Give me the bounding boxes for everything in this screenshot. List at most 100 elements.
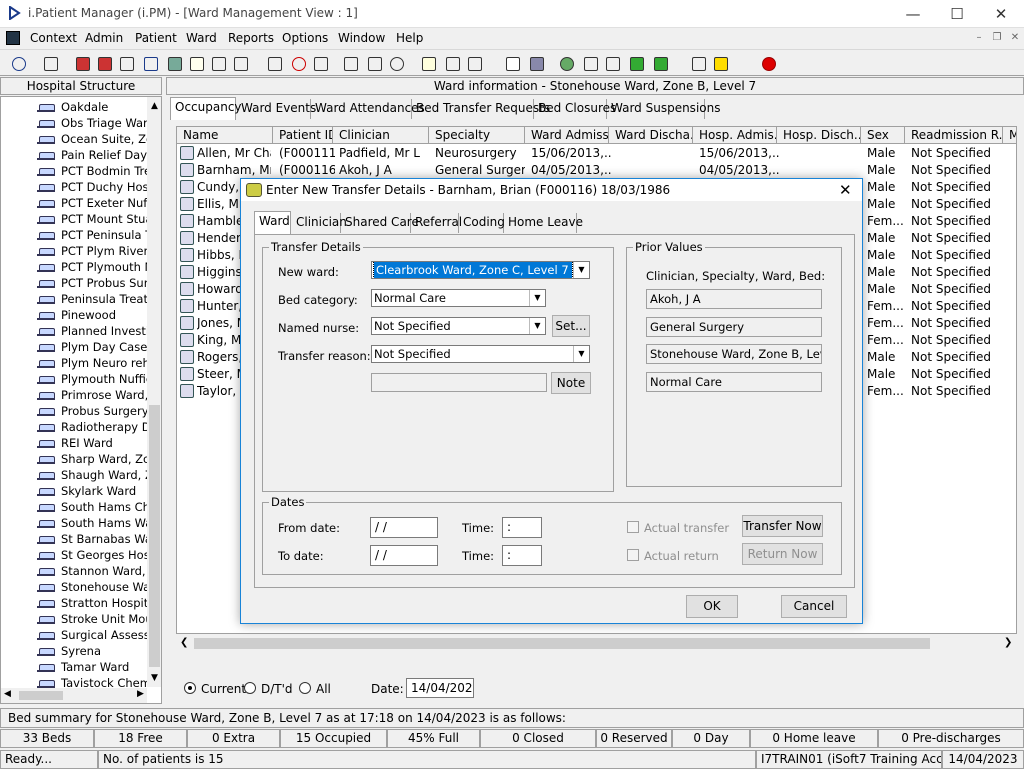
cell-sex[interactable]: Male (867, 145, 905, 162)
cell-readm[interactable]: Not Specified (911, 213, 1003, 230)
tree-item[interactable]: Shaugh Ward, Zo (37, 467, 147, 483)
green-check-icon[interactable] (650, 53, 670, 73)
cell-sex[interactable]: Fem... (867, 315, 905, 332)
book-icon[interactable] (72, 53, 92, 73)
tree-item[interactable]: St Georges Hosp (37, 547, 147, 563)
menu-admin[interactable]: Admin (85, 31, 123, 45)
col-hosp-admission[interactable]: Hosp. Admis... (693, 127, 777, 144)
swap-icon[interactable] (688, 53, 708, 73)
dialog-tab-coding[interactable]: Coding (459, 213, 505, 233)
tree-item[interactable]: REI Ward (37, 435, 147, 451)
monitor-icon[interactable] (310, 53, 330, 73)
mdi-minimize-icon[interactable]: – (972, 32, 986, 44)
tree-item[interactable]: Plym Day Case U (37, 339, 147, 355)
tree-item[interactable]: Probus Surgery V (37, 403, 147, 419)
tree-hscroll-thumb[interactable] (19, 691, 63, 700)
globe-icon[interactable] (556, 53, 576, 73)
scroll-down-icon[interactable]: ▼ (147, 673, 161, 683)
note-button[interactable]: Note (551, 372, 591, 394)
checklist-icon[interactable] (580, 53, 600, 73)
grid-scroll-left-icon[interactable]: ❮ (180, 637, 188, 648)
cell-sex[interactable]: Male (867, 366, 905, 383)
bed-category-combo[interactable]: Normal Care ▼ (371, 289, 546, 307)
tree-item[interactable]: Ocean Suite, Zor (37, 131, 147, 147)
radio-all[interactable] (299, 682, 311, 694)
cancel-button[interactable]: Cancel (781, 595, 847, 618)
exit-icon[interactable] (758, 53, 778, 73)
cell-readm[interactable]: Not Specified (911, 179, 1003, 196)
cell-sex[interactable]: Male (867, 230, 905, 247)
cell-readm[interactable]: Not Specified (911, 366, 1003, 383)
schedule-icon[interactable] (364, 53, 384, 73)
cell-readm[interactable]: Not Specified (911, 383, 1003, 400)
dialog-close-icon[interactable]: ✕ (839, 179, 852, 201)
dialog-tab-shared-care[interactable]: Shared Care (341, 213, 419, 233)
letter-m-icon[interactable] (140, 53, 160, 73)
dialog-tab-clinician[interactable]: Clinician (292, 213, 347, 233)
tree-vertical-scrollbar[interactable]: ▲ ▼ (147, 97, 161, 687)
cell-clinician[interactable]: Akoh, J A (339, 162, 429, 179)
edit-book-icon[interactable] (94, 53, 114, 73)
actual-transfer-checkbox[interactable] (627, 521, 639, 533)
bed-category-dropdown-icon[interactable]: ▼ (529, 290, 545, 306)
from-time-field[interactable]: : (502, 517, 542, 538)
new-ward-dropdown-icon[interactable]: ▼ (573, 262, 589, 278)
cell-readm[interactable]: Not Specified (911, 196, 1003, 213)
note-icon[interactable] (186, 53, 206, 73)
mdi-restore-icon[interactable]: ❐ (990, 32, 1004, 44)
tree-item[interactable]: Obs Triage Ward (37, 115, 147, 131)
bed-transfer-icon[interactable] (442, 53, 462, 73)
bed-icon[interactable] (230, 53, 250, 73)
tree-item[interactable]: PCT Probus Surg (37, 275, 147, 291)
tab-ward-suspensions[interactable]: Ward Suspensions (607, 99, 720, 119)
col-m[interactable]: M (1003, 127, 1016, 144)
tree-item[interactable]: PCT Peninsula Tr (37, 227, 147, 243)
report-icon[interactable] (340, 53, 360, 73)
dialog-tab-referral[interactable]: Referral (411, 213, 462, 233)
col-ward-admission[interactable]: Ward Admiss... (525, 127, 609, 144)
cell-readm[interactable]: Not Specified (911, 332, 1003, 349)
form-icon[interactable] (116, 53, 136, 73)
cell-readm[interactable]: Not Specified (911, 145, 1003, 162)
tab-occupancy[interactable]: Occupancy (170, 97, 242, 120)
col-name[interactable]: Name (177, 127, 273, 144)
no-entry-icon[interactable] (264, 53, 284, 73)
scroll-right-icon[interactable]: ▶ (137, 689, 144, 699)
close-icon[interactable]: ✕ (978, 0, 1024, 28)
timer-icon[interactable] (386, 53, 406, 73)
cell-sex[interactable]: Male (867, 281, 905, 298)
transfer-now-button[interactable]: Transfer Now (742, 515, 823, 537)
tree-item[interactable]: PCT Plymouth Nu (37, 259, 147, 275)
tree-item[interactable]: Radiotherapy Day (37, 419, 147, 435)
minimize-icon[interactable]: — (890, 0, 936, 28)
tree-item[interactable]: South Hams War (37, 515, 147, 531)
tree-item[interactable]: PCT Duchy Hosp (37, 179, 147, 195)
tree-item[interactable]: PCT Exeter Nuffie (37, 195, 147, 211)
maximize-icon[interactable]: ☐ (934, 0, 980, 28)
scroll-up-icon[interactable]: ▲ (147, 101, 161, 111)
tab-bed-transfer-requests[interactable]: Bed Transfer Requests (412, 99, 550, 119)
cell-specialty[interactable]: General Surgery (435, 162, 525, 179)
ambulance-icon[interactable] (208, 53, 228, 73)
warning-icon[interactable] (710, 53, 730, 73)
grid-hscroll-thumb[interactable] (194, 638, 930, 649)
from-date-field[interactable]: / / (370, 517, 438, 538)
cell-id[interactable]: (F000111) (279, 145, 335, 162)
cell-sex[interactable]: Male (867, 196, 905, 213)
menu-ward[interactable]: Ward (186, 31, 217, 45)
cell-ward_adm[interactable]: 15/06/2013,... (531, 145, 611, 162)
tree-item[interactable]: South Hams Cher (37, 499, 147, 515)
grid-scroll-right-icon[interactable]: ❯ (1004, 637, 1012, 648)
user-icon[interactable] (8, 53, 28, 73)
cell-name[interactable]: Allen, Mr Cha... (197, 145, 271, 162)
tree-item[interactable]: Pain Relief Day C (37, 147, 147, 163)
tab-ward-attendances[interactable]: Ward Attendances (311, 99, 425, 119)
print-icon[interactable] (40, 53, 60, 73)
col-patient-id[interactable]: Patient ID (273, 127, 333, 144)
transfer-reason-combo[interactable]: Not Specified ▼ (371, 345, 590, 363)
tab-bed-closures[interactable]: Bed Closures (534, 99, 616, 119)
cell-readm[interactable]: Not Specified (911, 162, 1003, 179)
dialog-tab-ward[interactable]: Ward (254, 211, 291, 234)
tree-item[interactable]: Oakdale (37, 99, 147, 115)
col-sex[interactable]: Sex (861, 127, 905, 144)
